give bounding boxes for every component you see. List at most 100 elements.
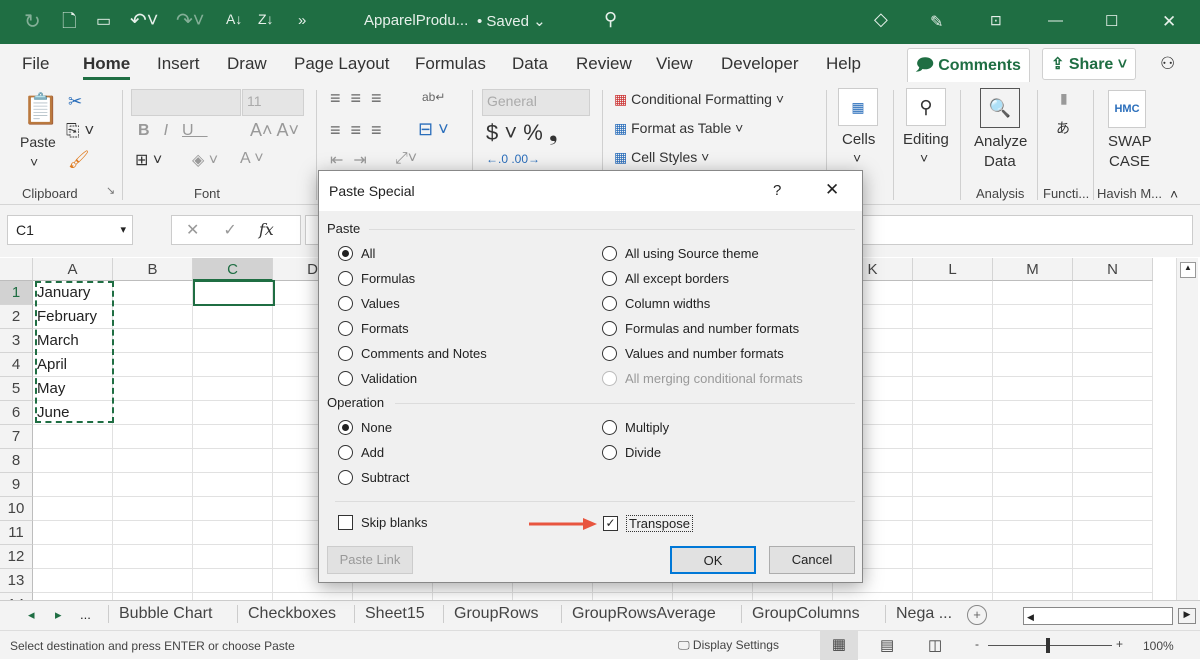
hmc-logo[interactable]: HMC — [1108, 90, 1146, 128]
cell-C12[interactable] — [193, 545, 273, 569]
more-sheets[interactable]: ... — [80, 607, 91, 622]
paste-link-button[interactable]: Paste Link — [327, 546, 413, 574]
row-header[interactable]: 12 — [0, 545, 33, 569]
sheet-tab[interactable]: GroupColumns — [741, 605, 870, 623]
cell-E14[interactable] — [353, 593, 433, 600]
cell-D14[interactable] — [273, 593, 353, 600]
tab-view[interactable]: View — [656, 54, 693, 74]
open-folder-icon[interactable]: ▭ — [96, 11, 111, 31]
sheet-tab[interactable]: Checkboxes — [237, 605, 346, 623]
sheet-tab[interactable]: Bubble Chart — [108, 605, 222, 623]
cell-L5[interactable] — [913, 377, 993, 401]
row-header[interactable]: 1 — [0, 281, 33, 305]
cell-F14[interactable] — [433, 593, 513, 600]
display-settings-button[interactable]: 🖵 Display Settings — [678, 638, 779, 653]
cell-B13[interactable] — [113, 569, 193, 593]
tab-home[interactable]: Home — [83, 54, 130, 74]
transpose-checkbox[interactable]: ✓Transpose — [603, 515, 693, 532]
insert-function-button[interactable]: fx — [259, 220, 274, 239]
radio-option[interactable]: All using Source theme — [602, 246, 759, 261]
radio-option[interactable]: Values — [338, 296, 400, 311]
radio-button[interactable] — [338, 346, 353, 361]
cell-H14[interactable] — [593, 593, 673, 600]
cell-C13[interactable] — [193, 569, 273, 593]
collapse-ribbon-icon[interactable]: ˄ — [1170, 186, 1178, 202]
cell-M5[interactable] — [993, 377, 1073, 401]
number-format-box[interactable]: General — [482, 89, 590, 116]
paste-dropdown[interactable]: ˅ — [30, 154, 38, 170]
radio-button[interactable] — [602, 346, 617, 361]
cell-L7[interactable] — [913, 425, 993, 449]
editing-button[interactable]: Editing — [903, 131, 949, 148]
tab-draw[interactable]: Draw — [227, 54, 267, 74]
more-commands[interactable]: » — [298, 12, 306, 29]
tab-review[interactable]: Review — [576, 54, 632, 74]
checkbox-checked[interactable]: ✓ — [603, 516, 618, 531]
column-header[interactable]: A — [33, 258, 113, 281]
row-header[interactable]: 11 — [0, 521, 33, 545]
cell-M2[interactable] — [993, 305, 1073, 329]
notebook-icon[interactable]: ▮ — [1060, 90, 1068, 107]
radio-button[interactable] — [602, 321, 617, 336]
editing-dropdown[interactable]: ˅ — [920, 150, 928, 166]
radio-option[interactable]: Divide — [602, 445, 661, 460]
cell-L6[interactable] — [913, 401, 993, 425]
undo-icon[interactable]: ↶˅ — [130, 8, 158, 33]
cell-L2[interactable] — [913, 305, 993, 329]
scroll-right-icon[interactable]: ▶ — [1178, 608, 1196, 624]
tab-file[interactable]: File — [22, 54, 49, 74]
normal-view-icon[interactable]: ▦ — [820, 631, 858, 660]
row-header[interactable]: 3 — [0, 329, 33, 353]
cell-C4[interactable] — [193, 353, 273, 377]
analyze-data-icon[interactable]: 🔍 — [980, 88, 1020, 128]
radio-option[interactable]: None — [338, 420, 392, 435]
cell-A11[interactable] — [33, 521, 113, 545]
cells-button[interactable]: Cells — [842, 131, 875, 148]
column-header[interactable]: L — [913, 258, 993, 281]
radio-option[interactable]: Column widths — [602, 296, 710, 311]
cell-M10[interactable] — [993, 497, 1073, 521]
sheet-tab[interactable]: GroupRows — [443, 605, 548, 623]
row-header[interactable]: 10 — [0, 497, 33, 521]
column-header[interactable]: M — [993, 258, 1073, 281]
radio-option[interactable]: Subtract — [338, 470, 409, 485]
horizontal-scrollbar[interactable]: ◀▶ — [1023, 607, 1173, 625]
cell-A12[interactable] — [33, 545, 113, 569]
cell-B8[interactable] — [113, 449, 193, 473]
cancel-button[interactable]: Cancel — [769, 546, 855, 574]
row-header[interactable]: 7 — [0, 425, 33, 449]
cell-L3[interactable] — [913, 329, 993, 353]
cell-N6[interactable] — [1073, 401, 1153, 425]
tab-formulas[interactable]: Formulas — [415, 54, 486, 74]
zoom-level[interactable]: 100% — [1143, 639, 1174, 653]
cell-M12[interactable] — [993, 545, 1073, 569]
radio-button[interactable] — [338, 321, 353, 336]
cell-N2[interactable] — [1073, 305, 1153, 329]
radio-button[interactable] — [338, 470, 353, 485]
cell-B9[interactable] — [113, 473, 193, 497]
cell-M13[interactable] — [993, 569, 1073, 593]
radio-option[interactable]: Multiply — [602, 420, 669, 435]
next-sheet-icon[interactable]: ▸ — [55, 607, 62, 623]
cell-M7[interactable] — [993, 425, 1073, 449]
vertical-scrollbar[interactable]: ▲ — [1176, 258, 1198, 600]
radio-button[interactable] — [602, 271, 617, 286]
cell-L8[interactable] — [913, 449, 993, 473]
cells-dropdown[interactable]: ˅ — [853, 150, 861, 166]
cell-B7[interactable] — [113, 425, 193, 449]
cell-C9[interactable] — [193, 473, 273, 497]
cell-I14[interactable] — [673, 593, 753, 600]
cell-M1[interactable] — [993, 281, 1073, 305]
decimal-icons[interactable]: ←.0 .00→ — [486, 152, 540, 166]
wand-icon[interactable]: ✎ — [930, 12, 943, 32]
cell-B10[interactable] — [113, 497, 193, 521]
cell-B4[interactable] — [113, 353, 193, 377]
cell-B12[interactable] — [113, 545, 193, 569]
cell-B14[interactable] — [113, 593, 193, 600]
cell-N3[interactable] — [1073, 329, 1153, 353]
row-header[interactable]: 9 — [0, 473, 33, 497]
cell-N8[interactable] — [1073, 449, 1153, 473]
ok-button[interactable]: OK — [670, 546, 756, 574]
cell-J14[interactable] — [753, 593, 833, 600]
cells-icon[interactable]: ▦ — [838, 88, 878, 126]
